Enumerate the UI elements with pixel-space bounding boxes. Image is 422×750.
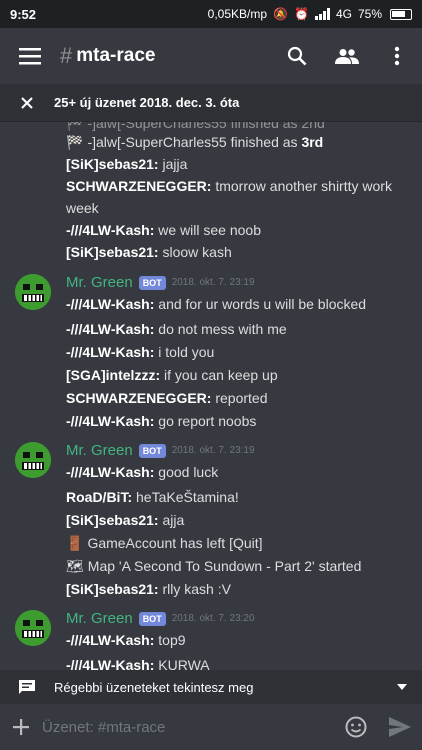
door-icon: 🚪 (66, 535, 84, 551)
close-icon (21, 96, 33, 109)
message-line: -///4LW-Kash: top9 (66, 632, 186, 648)
message-header: Mr. Green BOT 2018. okt. 7. 23:20 (66, 610, 255, 627)
alarm-icon: ⏰ (294, 7, 309, 21)
timestamp: 2018. okt. 7. 23:20 (171, 613, 255, 624)
plus-icon (13, 719, 29, 735)
status-time: 9:52 (10, 6, 37, 22)
close-banner-button[interactable] (0, 96, 54, 109)
channel-name: mta-race (76, 45, 156, 66)
net-speed: 0,05KB/mp (207, 7, 268, 21)
timestamp: 2018. okt. 7. 23:19 (171, 277, 255, 288)
network-type: 4G (335, 7, 352, 21)
message-line: [SiK]sebas21: jajja (66, 156, 188, 172)
members-icon (335, 49, 359, 64)
new-messages-banner[interactable]: 25+ új üzenet 2018. dec. 3. óta (0, 84, 422, 122)
message-line: SCHWARZENEGGER: reported (66, 390, 268, 406)
bot-badge: BOT (138, 443, 166, 458)
message-line: -///4LW-Kash: go report noobs (66, 413, 257, 429)
message-line: 🏁 -]alw[-SuperCharles55 finished as 2nd (66, 122, 325, 132)
bot-badge: BOT (138, 611, 166, 626)
message-header: Mr. Green BOT 2018. okt. 7. 23:19 (66, 274, 255, 291)
jump-to-present-button[interactable] (382, 684, 422, 690)
flag-icon: 🏁 (66, 134, 84, 150)
bot-badge: BOT (138, 275, 166, 290)
mr-green-avatar-icon (15, 274, 51, 310)
status-right: 0,05KB/mp 🔕 ⏰ 4G 75% (208, 7, 412, 21)
caret-down-icon (397, 684, 407, 690)
username[interactable]: Mr. Green (66, 442, 133, 459)
avatar[interactable] (15, 442, 51, 478)
message-line: -///4LW-Kash: do not mess with me (66, 321, 287, 337)
message-composer (0, 704, 422, 750)
username[interactable]: Mr. Green (66, 274, 133, 291)
message-line: [SiK]sebas21: ajja (66, 512, 185, 528)
channel-hash-icon: # (60, 43, 73, 68)
message-line: [SiK]sebas21: sloow kash (66, 244, 232, 260)
battery-percent: 75% (357, 7, 382, 21)
send-button[interactable] (378, 717, 422, 737)
message-line: RoaD/BiT: heTaKeŠtamina! (66, 489, 239, 505)
new-messages-text: 25+ új üzenet 2018. dec. 3. óta (54, 95, 240, 110)
mr-green-avatar-icon (15, 442, 51, 478)
message-input[interactable] (42, 718, 334, 736)
chat-bubble-icon (0, 679, 54, 695)
message-line: -///4LW-Kash: and for ur words u will be… (66, 296, 367, 312)
message-line: -///4LW-Kash: KURWA (66, 657, 210, 670)
message-line: -///4LW-Kash: good luck (66, 464, 219, 480)
add-attachment-button[interactable] (0, 719, 42, 735)
more-options-button[interactable] (372, 28, 422, 84)
message-line: [SGA]intelzzz: if you can keep up (66, 367, 278, 383)
members-button[interactable] (322, 28, 372, 84)
search-icon (287, 46, 307, 66)
message-line: [SiK]sebas21: rlly kash :V (66, 581, 231, 597)
message-line: 🗺 Map 'A Second To Sundown - Part 2' star… (66, 558, 362, 574)
older-messages-bar[interactable]: Régebbi üzeneteket tekintesz meg (0, 670, 422, 704)
search-button[interactable] (272, 28, 322, 84)
emoji-button[interactable] (334, 716, 378, 738)
message-header: Mr. Green BOT 2018. okt. 7. 23:19 (66, 442, 255, 459)
avatar[interactable] (15, 610, 51, 646)
older-messages-text: Régebbi üzeneteket tekintesz meg (54, 679, 254, 695)
message-line: 🚪 GameAccount has left [Quit] (66, 535, 263, 551)
menu-button[interactable] (0, 28, 60, 84)
avatar[interactable] (15, 274, 51, 310)
flag-icon: 🏁 (66, 122, 84, 131)
signal-icon (314, 8, 330, 20)
smiley-icon (345, 716, 367, 738)
mute-icon: 🔕 (273, 7, 288, 21)
map-icon: 🗺 (66, 558, 84, 574)
more-vertical-icon (394, 46, 400, 66)
message-line: week (66, 200, 99, 216)
message-line: -///4LW-Kash: i told you (66, 344, 215, 360)
message-line: 🏁 -]alw[-SuperCharles55 finished as 3rd (66, 134, 324, 150)
username[interactable]: Mr. Green (66, 610, 133, 627)
send-icon (389, 717, 411, 737)
message-line: SCHWARZENEGGER: tmorrow another shirtty … (66, 178, 392, 194)
hamburger-icon (19, 48, 41, 65)
message-list[interactable]: 🏁 -]alw[-SuperCharles55 finished as 2nd 🏁… (0, 122, 422, 670)
status-bar: 9:52 0,05KB/mp 🔕 ⏰ 4G 75% (0, 0, 422, 28)
battery-icon (390, 8, 412, 20)
message-line: -///4LW-Kash: we will see noob (66, 222, 262, 238)
mr-green-avatar-icon (15, 610, 51, 646)
channel-title[interactable]: # mta-race (60, 43, 155, 69)
timestamp: 2018. okt. 7. 23:19 (171, 445, 255, 456)
app-bar: # mta-race (0, 28, 422, 84)
